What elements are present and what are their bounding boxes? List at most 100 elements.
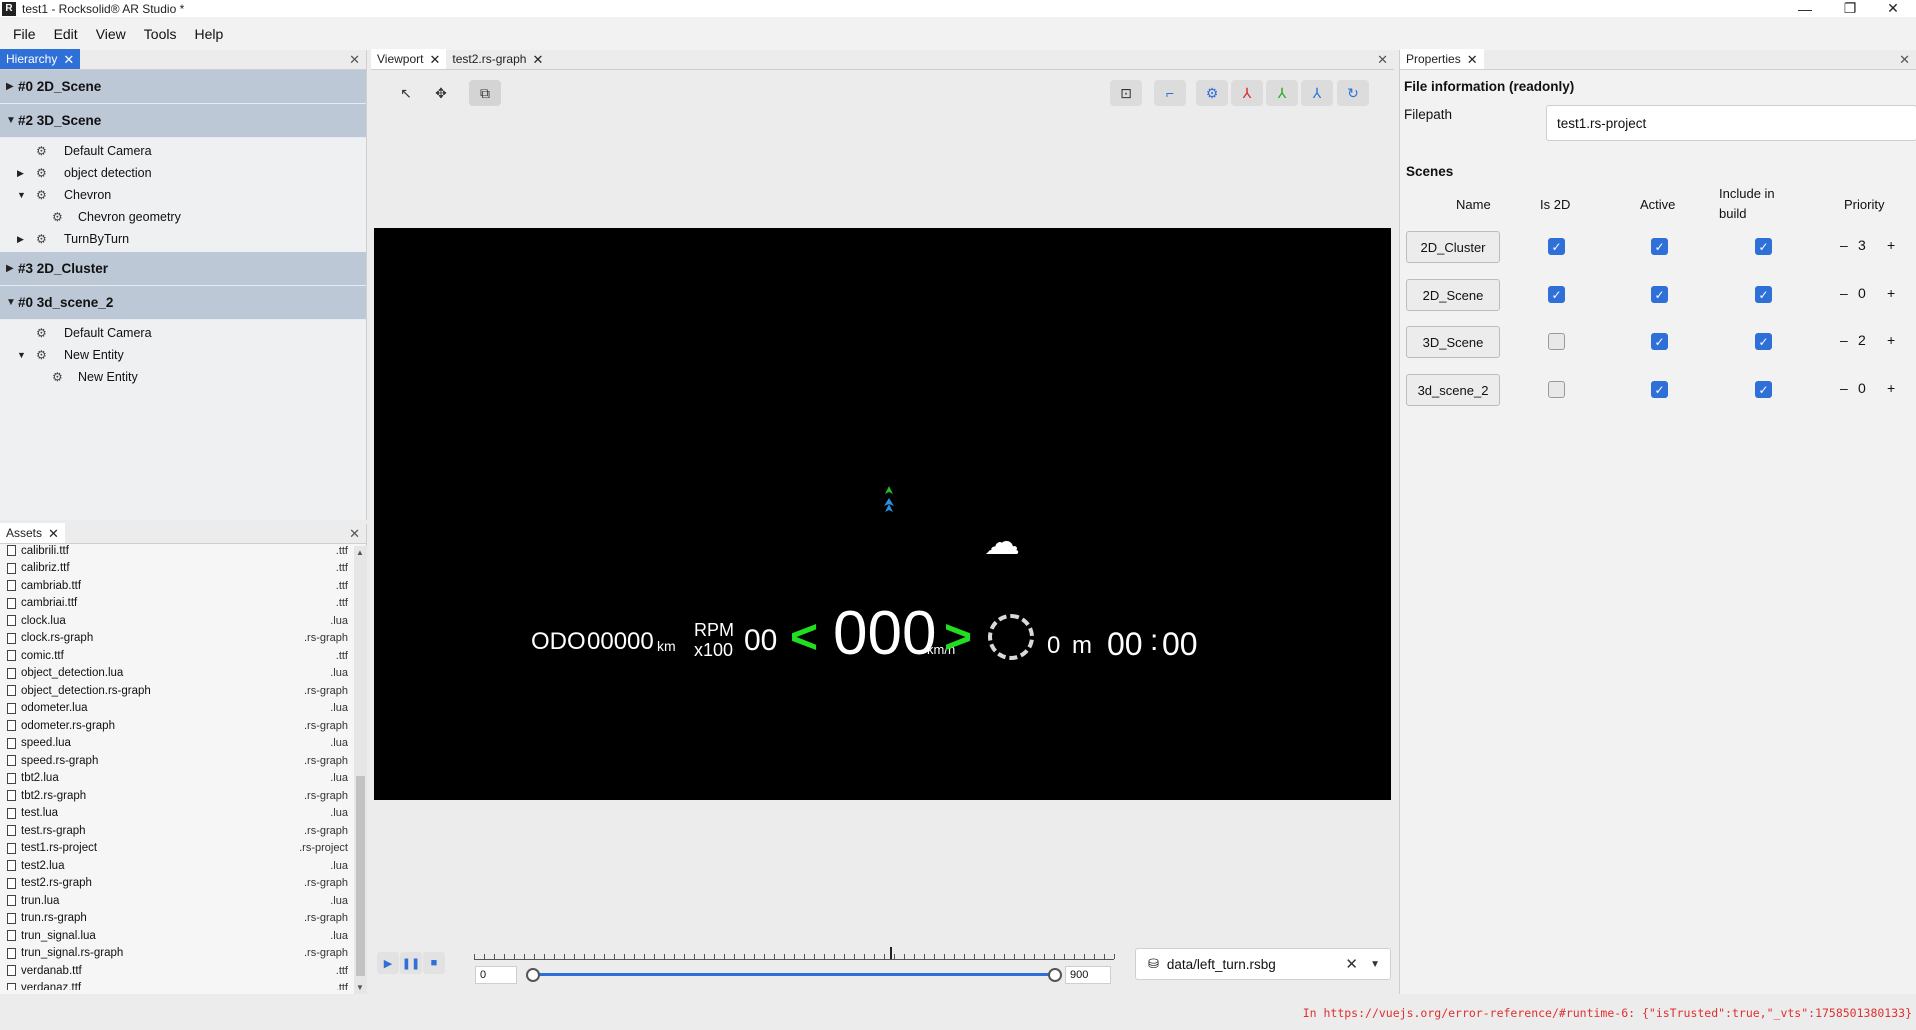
close-icon[interactable]: ✕ xyxy=(1467,53,1478,66)
axis-x-icon[interactable]: ⅄ xyxy=(1231,80,1263,106)
pointer-icon[interactable]: ↖ xyxy=(390,80,422,106)
asset-row[interactable]: trun.rs-graph .rs-graph xyxy=(0,910,354,928)
active-checkbox[interactable]: ✓ xyxy=(1651,238,1668,255)
priority-increment-button[interactable]: + xyxy=(1887,380,1895,396)
play-button[interactable]: ▶ xyxy=(377,952,399,974)
close-window-button[interactable]: ✕ xyxy=(1870,0,1916,17)
range-end-input[interactable]: 900 xyxy=(1065,966,1111,984)
chevron-right-icon[interactable]: ▶ xyxy=(17,168,24,179)
scene-row[interactable]: ▼ #0 3d_scene_2 xyxy=(0,286,366,320)
active-checkbox[interactable]: ✓ xyxy=(1651,286,1668,303)
menu-tools[interactable]: Tools xyxy=(135,26,186,42)
close-icon[interactable]: ✕ xyxy=(63,53,74,66)
scene-name-button[interactable]: 2D_Cluster xyxy=(1406,231,1500,263)
asset-row[interactable]: object_detection.rs-graph .rs-graph xyxy=(0,682,354,700)
include-checkbox[interactable]: ✓ xyxy=(1755,238,1772,255)
asset-row[interactable]: odometer.rs-graph .rs-graph xyxy=(0,717,354,735)
tab-test2-graph[interactable]: test2.rs-graph ✕ xyxy=(446,49,549,69)
clear-icon[interactable]: ✕ xyxy=(1345,955,1358,973)
asset-row[interactable]: clock.lua .lua xyxy=(0,612,354,630)
priority-decrement-button[interactable]: – xyxy=(1840,237,1848,253)
close-icon[interactable]: ✕ xyxy=(429,53,440,66)
render-canvas[interactable]: ☁ ODO 00000 km RPM x100 00 < 000 km/h > … xyxy=(374,228,1391,800)
asset-row[interactable]: trun_signal.lua .lua xyxy=(0,927,354,945)
asset-row[interactable]: comic.ttf .ttf xyxy=(0,647,354,665)
menu-view[interactable]: View xyxy=(87,26,135,42)
asset-row[interactable]: verdanaz.ttf .ttf xyxy=(0,980,354,990)
minimize-button[interactable]: — xyxy=(1782,0,1828,17)
scene-row[interactable]: ▼ #2 3D_Scene xyxy=(0,104,366,138)
scene-name-button[interactable]: 2D_Scene xyxy=(1406,279,1500,311)
chevron-down-icon[interactable]: ▼ xyxy=(6,297,18,308)
tab-hierarchy[interactable]: Hierarchy ✕ xyxy=(0,49,81,69)
priority-increment-button[interactable]: + xyxy=(1887,285,1895,301)
asset-row[interactable]: verdanab.ttf .ttf xyxy=(0,962,354,980)
close-icon[interactable]: ✕ xyxy=(532,53,543,66)
settings-gizmo-icon[interactable]: ⚙ xyxy=(1196,80,1228,106)
timeline-ruler[interactable] xyxy=(474,947,1115,960)
menu-file[interactable]: File xyxy=(4,26,45,42)
refresh-icon[interactable]: ↻ xyxy=(1337,80,1369,106)
range-start-input[interactable]: 0 xyxy=(475,966,517,984)
include-checkbox[interactable]: ✓ xyxy=(1755,381,1772,398)
axis-z-icon[interactable]: ⅄ xyxy=(1301,80,1333,106)
entity-row[interactable]: ⚙ Default Camera xyxy=(0,140,366,162)
scene-row[interactable]: ▶ #3 2D_Cluster xyxy=(0,252,366,286)
range-end-handle[interactable] xyxy=(1048,968,1062,982)
asset-row[interactable]: calibriz.ttf .ttf xyxy=(0,560,354,578)
entity-row[interactable]: ▼ ⚙ New Entity xyxy=(0,344,366,366)
tab-viewport[interactable]: Viewport ✕ xyxy=(371,49,447,69)
is2d-checkbox[interactable]: ✓ xyxy=(1548,238,1565,255)
entity-row[interactable]: ⚙ New Entity xyxy=(0,366,366,388)
snap-icon[interactable]: ⌐ xyxy=(1154,80,1186,106)
chevron-down-icon[interactable]: ▼ xyxy=(17,190,26,200)
scale-icon[interactable]: ⧉ xyxy=(469,80,501,106)
chevron-down-icon[interactable]: ▼ xyxy=(1370,959,1380,970)
asset-row[interactable]: cambriai.ttf .ttf xyxy=(0,595,354,613)
asset-row[interactable]: test2.lua .lua xyxy=(0,857,354,875)
menu-help[interactable]: Help xyxy=(185,26,232,42)
asset-row[interactable]: test2.rs-graph .rs-graph xyxy=(0,875,354,893)
stop-button[interactable]: ■ xyxy=(423,952,445,974)
scroll-up-icon[interactable]: ▲ xyxy=(356,548,364,557)
asset-row[interactable]: clock.rs-graph .rs-graph xyxy=(0,630,354,648)
screen-fit-icon[interactable]: ⊡ xyxy=(1110,80,1142,106)
asset-row[interactable]: object_detection.lua .lua xyxy=(0,665,354,683)
chevron-down-icon[interactable]: ▼ xyxy=(6,115,18,126)
asset-row[interactable]: test.rs-graph .rs-graph xyxy=(0,822,354,840)
scene-name-button[interactable]: 3d_scene_2 xyxy=(1406,374,1500,406)
restore-button[interactable]: ❐ xyxy=(1827,0,1873,17)
chevron-right-icon[interactable]: ▶ xyxy=(6,263,18,274)
scroll-down-icon[interactable]: ▼ xyxy=(356,983,364,992)
axis-y-icon[interactable]: ⅄ xyxy=(1266,80,1298,106)
asset-row[interactable]: speed.rs-graph .rs-graph xyxy=(0,752,354,770)
pause-button[interactable]: ❚❚ xyxy=(400,952,422,974)
asset-row[interactable]: test1.rs-project .rs-project xyxy=(0,840,354,858)
chevron-right-icon[interactable]: ▶ xyxy=(17,234,24,245)
asset-row[interactable]: trun.lua .lua xyxy=(0,892,354,910)
chevron-right-icon[interactable]: ▶ xyxy=(6,81,18,92)
is2d-checkbox[interactable] xyxy=(1548,333,1565,350)
asset-row[interactable]: tbt2.lua .lua xyxy=(0,770,354,788)
move-icon[interactable]: ✥ xyxy=(425,80,457,106)
priority-decrement-button[interactable]: – xyxy=(1840,380,1848,396)
asset-scrollbar[interactable]: ▲ ▼ xyxy=(354,546,367,994)
recording-file-select[interactable]: ⛁ data/left_turn.rsbg ✕ ▼ xyxy=(1135,948,1391,980)
menu-edit[interactable]: Edit xyxy=(45,26,87,42)
priority-decrement-button[interactable]: – xyxy=(1840,332,1848,348)
priority-decrement-button[interactable]: – xyxy=(1840,285,1848,301)
active-checkbox[interactable]: ✓ xyxy=(1651,333,1668,350)
close-icon[interactable]: ✕ xyxy=(48,527,59,540)
asset-row[interactable]: odometer.lua .lua xyxy=(0,700,354,718)
entity-row[interactable]: ▼ ⚙ Chevron xyxy=(0,184,366,206)
entity-row[interactable]: ⚙ Chevron geometry xyxy=(0,206,366,228)
close-icon[interactable]: ✕ xyxy=(349,526,360,542)
is2d-checkbox[interactable] xyxy=(1548,381,1565,398)
chevron-down-icon[interactable]: ▼ xyxy=(17,350,26,360)
range-slider[interactable] xyxy=(533,973,1055,976)
entity-row[interactable]: ⚙ Default Camera xyxy=(0,322,366,344)
asset-row[interactable]: calibrili.ttf .ttf xyxy=(0,542,354,560)
close-icon[interactable]: ✕ xyxy=(349,52,360,68)
scene-name-button[interactable]: 3D_Scene xyxy=(1406,326,1500,358)
asset-row[interactable]: trun_signal.rs-graph .rs-graph xyxy=(0,945,354,963)
